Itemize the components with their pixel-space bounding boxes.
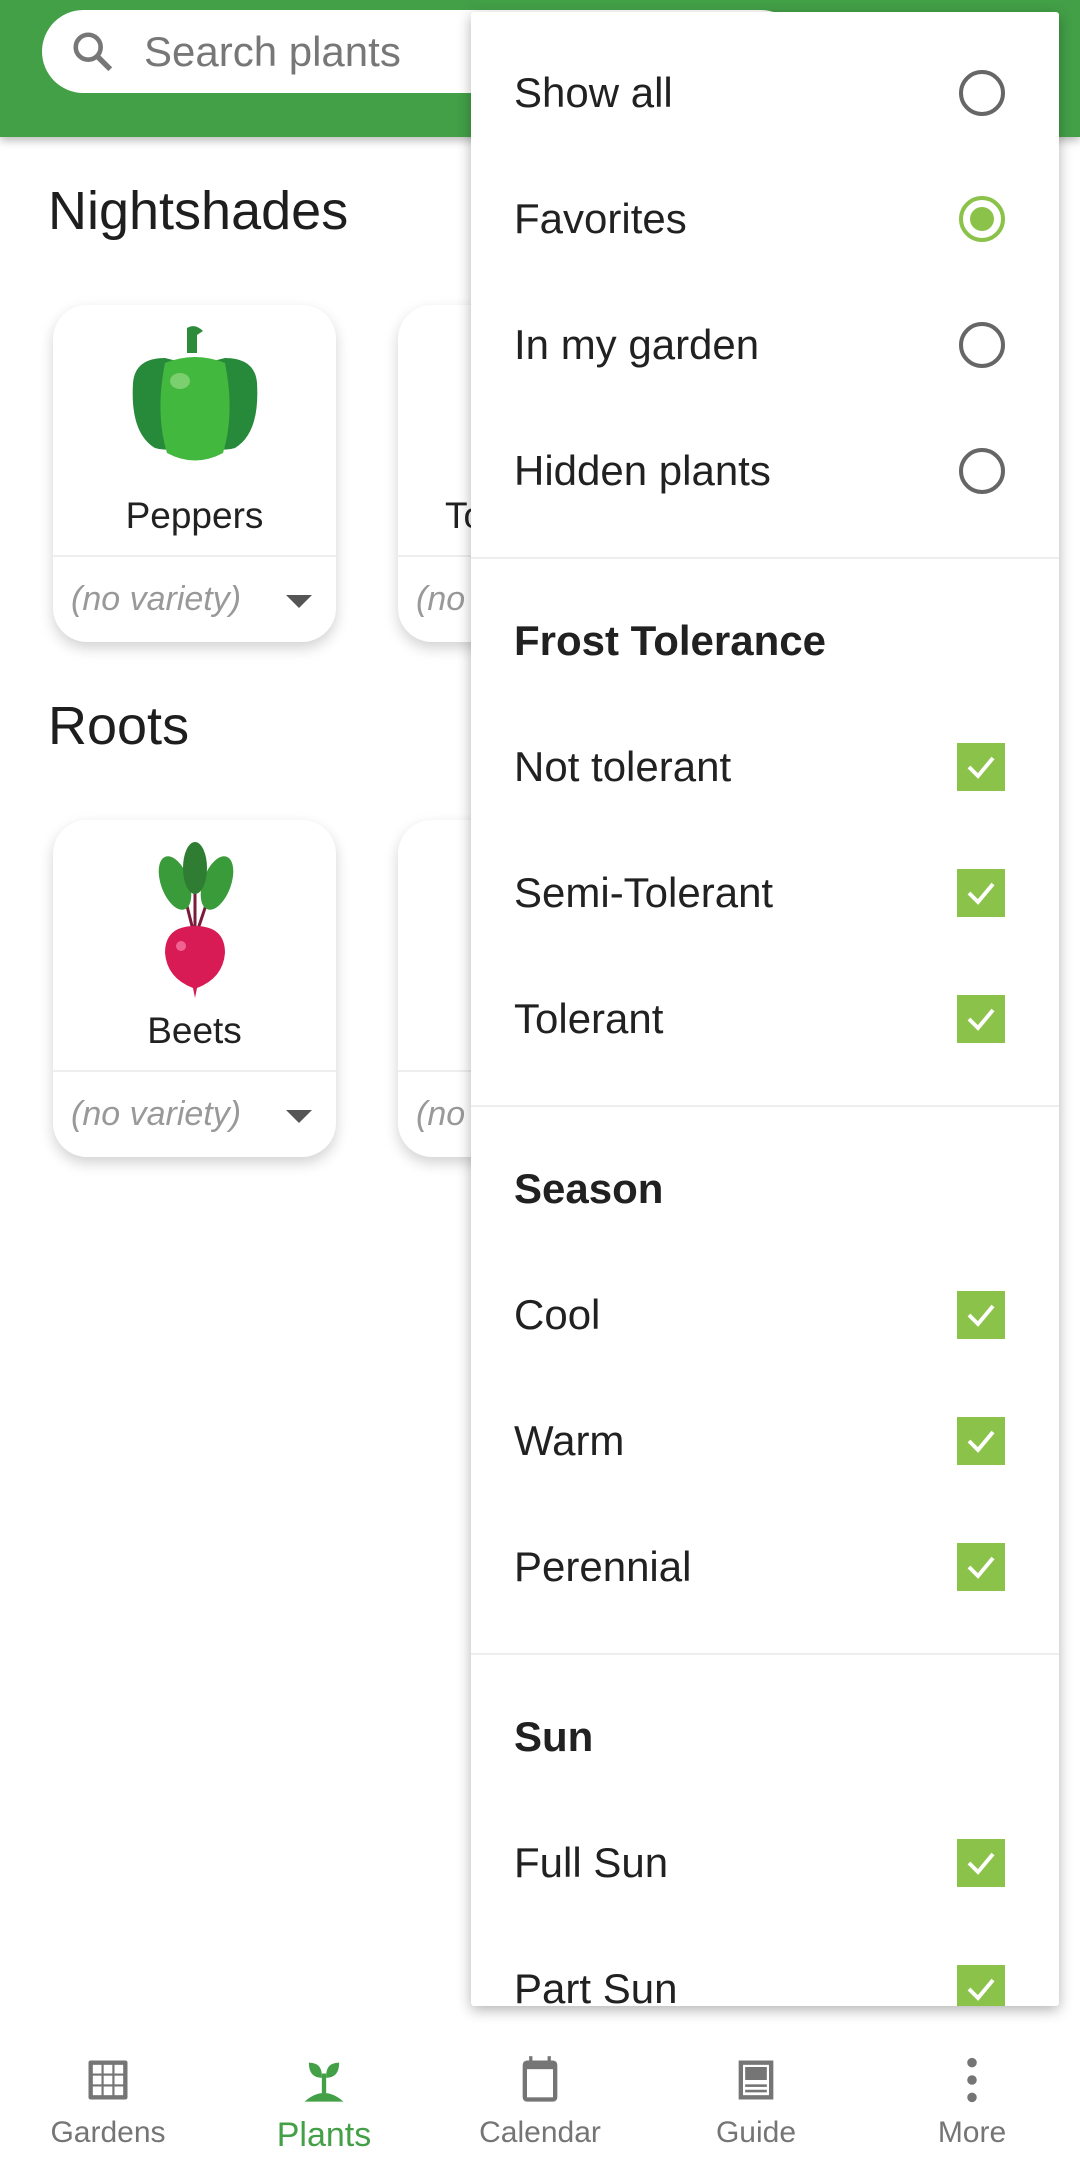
bottom-nav: Gardens Plants Calendar Guide More [0,2028,1080,2174]
grid-icon [88,2060,128,2100]
heading-label: Sun [514,1713,594,1760]
checkbox[interactable] [957,869,1005,917]
variety-value: (no variety) [71,1095,242,1133]
calendar-icon [522,2056,558,2102]
nav-label: Guide [715,2116,797,2149]
checkbox-option[interactable]: Not tolerant [471,704,1059,830]
check-icon [967,1008,995,1031]
pepper-icon [132,326,257,461]
checkbox-option[interactable]: Perennial [471,1504,1059,1630]
radio-option[interactable]: Hidden plants [471,408,1059,534]
option-label: Full Sun [514,1839,669,1886]
group-heading: Sun [471,1674,1059,1800]
checkbox-option[interactable]: Part Sun [471,1926,1059,2006]
checkbox[interactable] [957,995,1005,1043]
option-label: Hidden plants [514,447,771,494]
check-icon [967,1978,995,2001]
show-group: Show all Favorites In my garden Hidden plan… [471,12,1059,559]
section-title: Roots [48,696,190,756]
checkbox[interactable] [957,1291,1005,1339]
more-vert-icon [967,2057,977,2103]
sprout-icon [304,2062,344,2102]
nav-gardens[interactable]: Gardens [0,2028,216,2174]
nav-guide[interactable]: Guide [648,2028,864,2174]
option-label: Favorites [514,195,687,242]
search-icon [73,31,113,71]
variety-value: (no [416,580,466,618]
heading-label: Season [514,1165,664,1212]
option-label: Tolerant [514,995,664,1042]
plant-name: Beets [147,1010,242,1051]
variety-dropdown[interactable]: (no variety) [53,555,336,642]
check-icon [967,1430,995,1453]
radio-button[interactable] [959,70,1005,116]
heading-label: Frost Tolerance [514,617,826,664]
option-label: Show all [514,69,673,116]
radio-option[interactable]: Favorites [471,156,1059,282]
nav-label: Calendar [479,2116,601,2149]
dropdown-arrow-icon [286,595,312,608]
checkbox[interactable] [957,743,1005,791]
radio-option[interactable]: Show all [471,30,1059,156]
nav-label: More [937,2116,1007,2149]
checkbox[interactable] [957,1965,1005,2006]
filter-menu: Show all Favorites In my garden Hidden plan… [471,12,1059,2006]
checkbox[interactable] [957,1839,1005,1887]
group-heading: Frost Tolerance [471,578,1059,704]
checkbox-option[interactable]: Tolerant [471,956,1059,1082]
dropdown-arrow-icon [286,1110,312,1123]
beet-icon [158,842,233,998]
checkbox-option[interactable]: Full Sun [471,1800,1059,1926]
nav-more[interactable]: More [864,2028,1080,2174]
season-group: Season Cool Warm Perennial [471,1107,1059,1655]
option-label: Not tolerant [514,743,732,790]
radio-button[interactable] [959,448,1005,494]
checkbox-option[interactable]: Cool [471,1252,1059,1378]
option-label: Warm [514,1417,625,1464]
plant-card-peppers[interactable]: Peppers (no variety) [53,305,336,642]
check-icon [967,756,995,779]
section-title: Nightshades [48,181,349,241]
option-label: Semi-Tolerant [514,869,774,916]
option-label: Perennial [514,1543,692,1590]
frost-group: Frost Tolerance Not tolerant Semi-Tolerant… [471,559,1059,1107]
nav-label: Gardens [50,2116,166,2149]
sun-group: Sun Full Sun Part Sun [471,1655,1059,2006]
checkbox-option[interactable]: Semi-Tolerant [471,830,1059,956]
nav-label: Plants [276,2116,372,2154]
option-label: In my garden [514,321,760,368]
plant-card-beets[interactable]: Beets (no variety) [53,820,336,1157]
nav-plants[interactable]: Plants [216,2028,432,2174]
checkbox-option[interactable]: Warm [471,1378,1059,1504]
nav-calendar[interactable]: Calendar [432,2028,648,2174]
option-label: Cool [514,1291,601,1338]
checkbox[interactable] [957,1417,1005,1465]
radio-button[interactable] [959,196,1005,242]
plant-name: Peppers [125,495,264,536]
check-icon [967,1304,995,1327]
variety-dropdown[interactable]: (no variety) [53,1070,336,1157]
group-heading: Season [471,1126,1059,1252]
variety-value: (no variety) [71,580,242,618]
option-label: Part Sun [514,1965,678,2006]
variety-value: (no [416,1095,466,1133]
guide-icon [738,2060,774,2100]
radio-option[interactable]: In my garden [471,282,1059,408]
check-icon [967,1852,995,1875]
check-icon [967,1556,995,1579]
check-icon [967,882,995,905]
checkbox[interactable] [957,1543,1005,1591]
radio-button[interactable] [959,322,1005,368]
